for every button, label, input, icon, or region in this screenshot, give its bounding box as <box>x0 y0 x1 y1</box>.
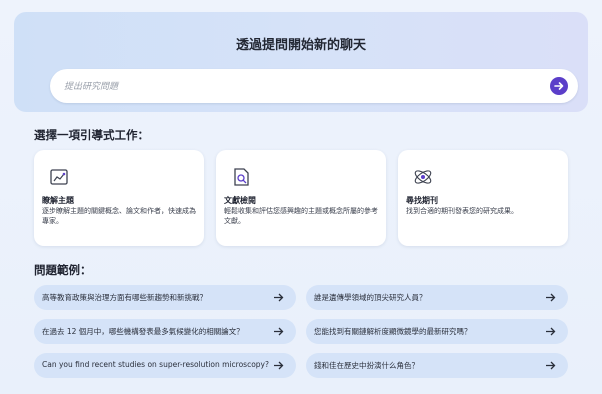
example-question[interactable]: 高等教育政策與治理方面有哪些新趨勢和新挑戰？ <box>34 285 296 310</box>
workflow-card-journal[interactable]: 尋找期刊 找到合適的期刊發表您的研究成果。 <box>398 150 568 246</box>
question-text: 錢和佳在歷史中扮演什么角色？ <box>314 361 419 370</box>
example-question[interactable]: 誰是遺傳學領域的頂尖研究人員？ <box>306 285 568 310</box>
examples-heading: 問題範例： <box>34 263 92 277</box>
document-search-icon <box>234 168 249 186</box>
card-title: 文獻檢閱 <box>224 196 256 205</box>
card-title: 瞭解主題 <box>42 196 74 205</box>
hero-panel: 透過提問開始新的聊天 <box>14 12 588 112</box>
workflows-heading: 選擇一項引導式工作： <box>34 128 149 142</box>
topic-chart-icon <box>50 169 68 185</box>
example-question[interactable]: 在過去 12 個月中，哪些機構發表最多氣候變化的相關論文？ <box>34 319 296 344</box>
card-description: 找到合適的期刊發表您的研究成果。 <box>406 207 518 215</box>
example-question[interactable]: 錢和佳在歷史中扮演什么角色？ <box>306 353 568 378</box>
example-question[interactable]: Can you find recent studies on super-res… <box>34 353 296 378</box>
example-question[interactable]: 您能找到有關鏈解析度顯微鏡學的最新研究嗎？ <box>306 319 568 344</box>
hero-title: 透過提問開始新的聊天 <box>235 38 366 53</box>
search-input[interactable] <box>62 69 536 105</box>
arrow-right-icon <box>274 327 284 336</box>
search-box <box>50 69 578 105</box>
question-text: 誰是遺傳學領域的頂尖研究人員？ <box>314 293 427 302</box>
arrow-right-icon <box>554 82 564 90</box>
question-text: 高等教育政策與治理方面有哪些新趨勢和新挑戰？ <box>42 293 207 302</box>
workflow-card-topic[interactable]: 瞭解主題 逐步瞭解主題的關鍵概念、論文和作者，快速成為專家。 <box>34 150 204 246</box>
workflow-card-literature[interactable]: 文獻檢閱 輕鬆收集和評估您感興趣的主題或概念所屬的參考文獻。 <box>216 150 386 246</box>
arrow-right-icon <box>274 293 284 302</box>
arrow-right-icon <box>546 361 556 370</box>
card-description: 輕鬆收集和評估您感興趣的主題或概念所屬的參考文獻。 <box>224 207 378 225</box>
atom-icon <box>414 170 432 184</box>
arrow-right-icon <box>274 361 284 370</box>
card-title: 尋找期刊 <box>406 196 438 205</box>
question-text: 您能找到有關鏈解析度顯微鏡學的最新研究嗎？ <box>314 327 472 336</box>
card-description: 逐步瞭解主題的關鍵概念、論文和作者，快速成為專家。 <box>42 207 196 225</box>
arrow-right-icon <box>546 327 556 336</box>
question-text: 在過去 12 個月中，哪些機構發表最多氣候變化的相關論文？ <box>42 327 244 336</box>
question-text: Can you find recent studies on super-res… <box>42 360 269 369</box>
send-button[interactable] <box>550 77 568 95</box>
arrow-right-icon <box>546 293 556 302</box>
